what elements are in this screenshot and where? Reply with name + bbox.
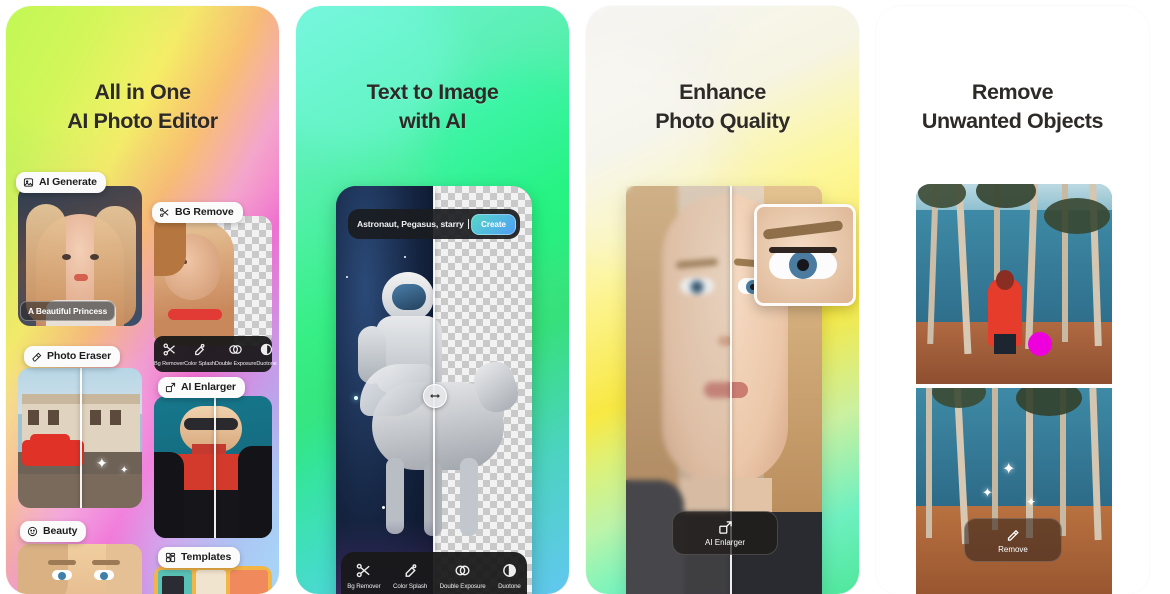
tool-bg-remover[interactable]: Bg Remover xyxy=(347,562,381,590)
chip-templates[interactable]: Templates xyxy=(158,547,241,568)
panel-1-headline-line1: All in One xyxy=(94,80,191,104)
prompt-text: A Beautiful Princess xyxy=(28,306,108,316)
scissors-icon xyxy=(357,563,371,578)
card-bg-remove[interactable] xyxy=(154,216,272,346)
remove-button-label: Remove xyxy=(998,544,1028,554)
tool-label: Duotone xyxy=(498,583,521,590)
expand-icon xyxy=(718,520,732,534)
tool-bg-remover[interactable]: Bg Remover xyxy=(154,342,184,367)
tool-color-splash[interactable]: Color Splash xyxy=(393,562,427,590)
screenshot-gallery: All in One AI Photo Editor AI Generate A… xyxy=(0,0,1170,594)
beach-photo-before[interactable] xyxy=(916,184,1112,384)
tool-duotone[interactable]: Duotone xyxy=(256,342,277,367)
card-beauty[interactable] xyxy=(18,544,142,594)
chip-bg-remove[interactable]: BG Remove xyxy=(152,202,243,223)
create-button[interactable]: Create xyxy=(471,213,516,235)
panel-2-headline-line2: with AI xyxy=(399,108,466,133)
chip-ai-generate-label: AI Generate xyxy=(39,176,97,189)
scissors-icon xyxy=(160,208,169,217)
tool-label: Bg Remover xyxy=(347,583,381,590)
scissors-icon xyxy=(163,343,175,355)
tool-double-exposure[interactable]: Double Exposure xyxy=(440,562,486,590)
chip-photo-eraser[interactable]: Photo Eraser xyxy=(24,346,121,367)
image-ai-icon xyxy=(23,178,34,187)
tool-label: Double Exposure xyxy=(214,360,257,367)
compare-slider-handle[interactable] xyxy=(423,384,447,408)
card-ai-enlarger[interactable] xyxy=(154,396,272,538)
chip-beauty[interactable]: Beauty xyxy=(20,521,87,542)
duotone-icon xyxy=(260,343,273,355)
card-photo-eraser[interactable]: ✦ ✦ xyxy=(18,368,142,508)
grid-icon xyxy=(165,552,176,563)
panel-1-mini-toolbar[interactable]: Bg Remover Color Splash Double Exposure … xyxy=(154,336,277,372)
double-exposure-icon xyxy=(455,565,470,576)
panel-2-toolbar[interactable]: Bg Remover Color Splash Double Exposure xyxy=(341,552,527,594)
tool-color-splash[interactable]: Color Splash xyxy=(184,342,215,367)
phone-mock-text-to-image[interactable]: Astronaut, Pegasus, starry Create Bg Rem… xyxy=(336,186,532,594)
brush-dot[interactable] xyxy=(1028,332,1052,356)
eye-detail-inset[interactable] xyxy=(754,204,856,306)
sparkle-icon: ✦ xyxy=(120,465,129,476)
chip-bg-remove-label: BG Remove xyxy=(175,206,234,219)
color-splash-icon xyxy=(195,343,205,355)
tool-label: Duotone xyxy=(256,360,277,367)
tool-label: Bg Remover xyxy=(154,360,185,367)
panel-4-headline-line1: Remove xyxy=(971,80,1054,104)
panel-3-headline-line2: Photo Quality xyxy=(655,108,790,133)
prompt-input-text[interactable]: Astronaut, Pegasus, starry xyxy=(357,219,464,229)
tool-label: Color Splash xyxy=(393,583,428,590)
sparkle-icon: ✦ xyxy=(96,455,108,471)
ai-enlarger-button[interactable]: AI Enlarger xyxy=(672,511,778,555)
arrows-left-right-icon xyxy=(430,394,440,398)
panel-3-headline-line1: Enhance xyxy=(679,80,766,104)
chip-ai-enlarger[interactable]: AI Enlarger xyxy=(158,377,245,398)
tool-duotone[interactable]: Duotone xyxy=(498,562,521,590)
sparkle-icon: ✦ xyxy=(1026,495,1037,509)
sparkle-icon: ✦ xyxy=(1002,461,1016,478)
duotone-icon xyxy=(503,564,516,577)
panel-4-headline-line2: Unwanted Objects xyxy=(921,108,1104,133)
eraser-icon xyxy=(32,352,42,362)
pencil-eraser-icon xyxy=(1007,529,1019,541)
chip-beauty-label: Beauty xyxy=(43,525,78,538)
tool-label: Color Splash xyxy=(184,360,215,367)
prompt-bar[interactable]: Astronaut, Pegasus, starry Create xyxy=(348,209,520,239)
sparkle-icon: ✦ xyxy=(982,485,993,500)
panel-all-in-one[interactable]: All in One AI Photo Editor AI Generate A… xyxy=(6,6,279,594)
tool-label: Double Exposure xyxy=(439,583,486,590)
panel-remove-unwanted-objects[interactable]: Remove Unwanted Objects ✦ ✦ ✦ Remove xyxy=(876,6,1149,594)
beach-photo-after[interactable]: ✦ ✦ ✦ Remove xyxy=(916,388,1112,594)
chip-photo-eraser-label: Photo Eraser xyxy=(47,350,112,363)
panel-1-headline-line2: AI Photo Editor xyxy=(67,108,218,133)
panel-2-headline: Text to Image with AI xyxy=(296,78,569,135)
chip-templates-label: Templates xyxy=(181,551,232,564)
panel-1-headline: All in One AI Photo Editor xyxy=(6,78,279,135)
panel-enhance-photo-quality[interactable]: Enhance Photo Quality AI Enlarger xyxy=(586,6,859,594)
remove-button[interactable]: Remove xyxy=(964,518,1062,562)
chip-ai-enlarger-label: AI Enlarger xyxy=(181,381,236,394)
double-exposure-icon xyxy=(229,344,242,354)
chip-ai-generate[interactable]: AI Generate xyxy=(16,172,106,193)
panel-3-headline: Enhance Photo Quality xyxy=(586,78,859,135)
smiley-icon xyxy=(27,526,38,537)
panel-text-to-image[interactable]: Text to Image with AI Astronaut, Pegasus… xyxy=(296,6,569,594)
prompt-a-beautiful-princess[interactable]: A Beautiful Princess xyxy=(20,301,116,321)
card-templates[interactable] xyxy=(154,566,272,594)
panel-4-headline: Remove Unwanted Objects xyxy=(876,78,1149,135)
panel-2-headline-line1: Text to Image xyxy=(366,80,499,104)
ai-enlarger-button-label: AI Enlarger xyxy=(704,537,746,547)
tool-double-exposure[interactable]: Double Exposure xyxy=(215,342,256,367)
color-splash-icon xyxy=(405,564,417,577)
expand-icon xyxy=(165,382,176,393)
